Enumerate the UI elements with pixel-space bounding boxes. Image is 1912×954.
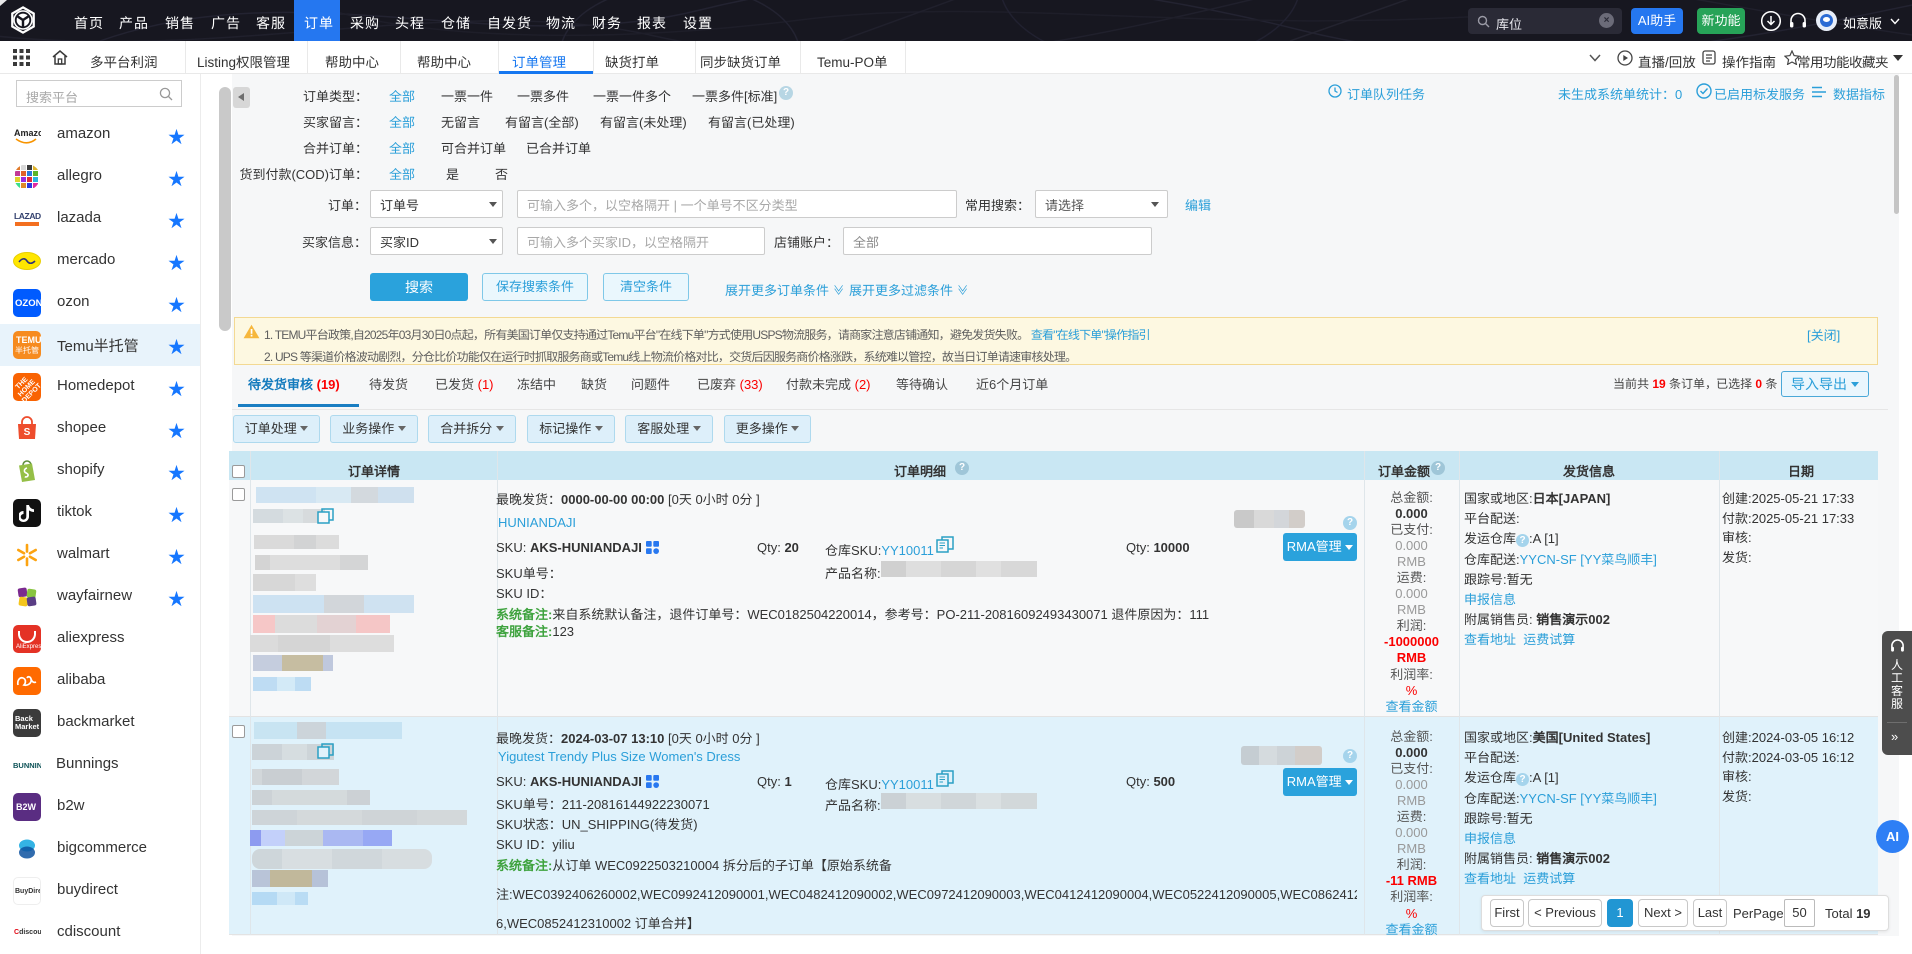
svg-text:S: S — [24, 427, 31, 438]
